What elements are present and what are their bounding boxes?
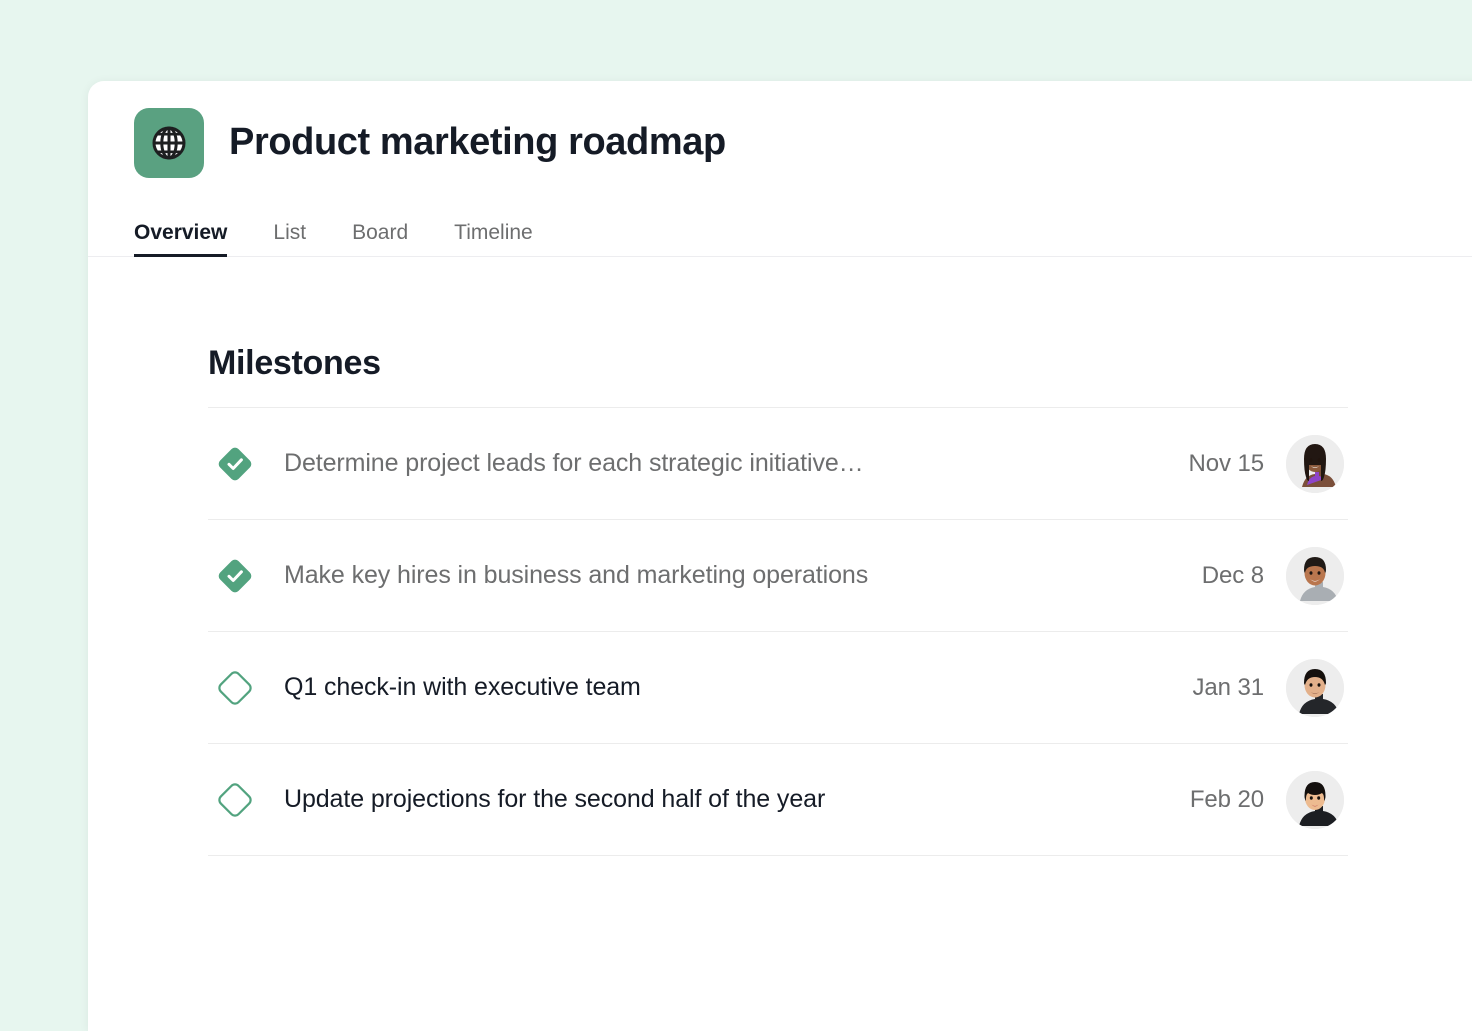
milestone-incomplete-icon[interactable] (214, 779, 256, 821)
globe-icon (134, 108, 204, 178)
milestone-date: Jan 31 (1192, 673, 1265, 701)
table-row[interactable]: Make key hires in business and marketing… (208, 520, 1348, 632)
avatar[interactable] (1286, 546, 1344, 605)
table-row[interactable]: Q1 check-in with executive team Jan 31 (208, 632, 1348, 744)
milestone-name: Determine project leads for each strateg… (284, 448, 864, 477)
project-card: Product marketing roadmap Overview List … (88, 81, 1472, 1031)
milestone-incomplete-icon[interactable] (214, 667, 256, 709)
avatar[interactable] (1286, 434, 1344, 493)
avatar[interactable] (1286, 770, 1344, 829)
milestone-complete-icon[interactable] (214, 555, 256, 597)
milestones-heading: Milestones (208, 344, 1348, 408)
milestone-date: Feb 20 (1189, 785, 1264, 813)
milestone-name: Q1 check-in with executive team (284, 672, 641, 701)
milestone-name: Update projections for the second half o… (284, 784, 826, 813)
overview-body: Milestones Determine project leads for e… (88, 344, 1472, 856)
milestone-date: Nov 15 (1188, 449, 1265, 477)
milestone-complete-icon[interactable] (214, 443, 256, 485)
milestones-section: Milestones Determine project leads for e… (208, 344, 1348, 856)
project-header: Product marketing roadmap (88, 81, 1472, 178)
tab-list[interactable]: List (273, 222, 306, 257)
page-title: Product marketing roadmap (229, 121, 726, 164)
tab-board[interactable]: Board (352, 222, 408, 257)
table-row[interactable]: Update projections for the second half o… (208, 744, 1348, 856)
table-row[interactable]: Determine project leads for each strateg… (208, 408, 1348, 520)
milestone-name: Make key hires in business and marketing… (284, 560, 869, 589)
tab-overview[interactable]: Overview (134, 222, 228, 257)
milestone-date: Dec 8 (1201, 561, 1264, 589)
avatar[interactable] (1286, 658, 1344, 717)
tab-timeline[interactable]: Timeline (454, 222, 533, 257)
tab-bar: Overview List Board Timeline (88, 197, 1472, 257)
